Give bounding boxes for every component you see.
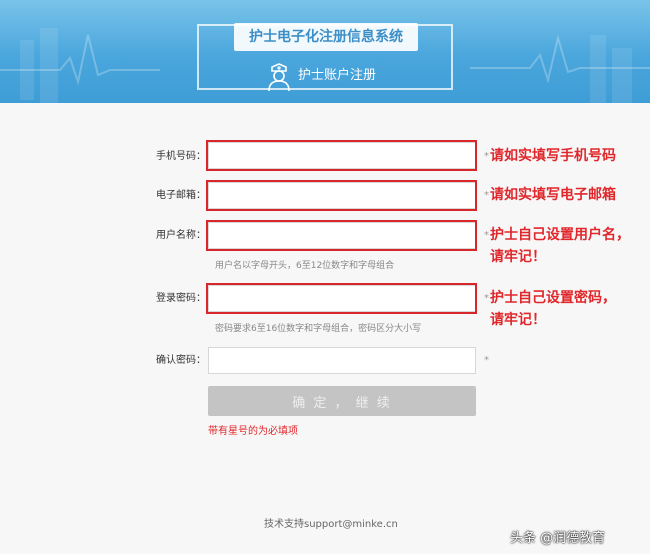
confirm-password-label: 确认密码： — [156, 355, 206, 366]
username-required-star: * — [484, 230, 489, 241]
page-subtitle: 护士账户注册 — [298, 68, 377, 83]
submit-button[interactable]: 确 定 ， 继 续 — [208, 386, 476, 416]
phone-highlight-box — [206, 140, 477, 171]
confirm-password-required-star: * — [484, 355, 489, 366]
email-label: 电子邮箱： — [156, 190, 206, 201]
password-required-star: * — [484, 293, 489, 304]
password-hint: 密码要求6至16位数字和字母组合，密码区分大小写 — [215, 324, 422, 334]
email-highlight-box — [206, 180, 477, 211]
username-annotation-line2: 请牢记！ — [490, 249, 546, 265]
password-annotation-line2: 请牢记！ — [490, 312, 546, 328]
phone-label: 手机号码： — [156, 151, 206, 162]
phone-required-star: * — [484, 151, 489, 162]
username-label: 用户名称： — [156, 230, 206, 241]
username-hint: 用户名以字母开头，6至12位数字和字母组合 — [215, 261, 395, 271]
required-fields-note: 带有星号的为必填项 — [208, 426, 298, 437]
confirm-password-field[interactable] — [208, 347, 476, 374]
confirm-password-input[interactable] — [209, 348, 475, 373]
phone-annotation: 请如实填写手机号码 — [490, 148, 616, 164]
system-title: 护士电子化注册信息系统 — [234, 23, 418, 51]
username-annotation-line1: 护士自己设置用户名， — [490, 227, 630, 243]
email-annotation: 请如实填写电子邮箱 — [490, 187, 616, 203]
nurse-icon — [268, 63, 290, 92]
username-highlight-box — [206, 220, 477, 251]
password-annotation-line1: 护士自己设置密码， — [490, 290, 616, 306]
tech-support-footer: 技术支持support@minke.cn — [264, 519, 398, 530]
password-label: 登录密码： — [156, 293, 206, 304]
header-banner: 护士电子化注册信息系统 护士账户注册 — [0, 0, 650, 103]
watermark: 头条 @润德教育 — [510, 531, 606, 546]
password-highlight-box — [206, 283, 477, 314]
email-required-star: * — [484, 190, 489, 201]
